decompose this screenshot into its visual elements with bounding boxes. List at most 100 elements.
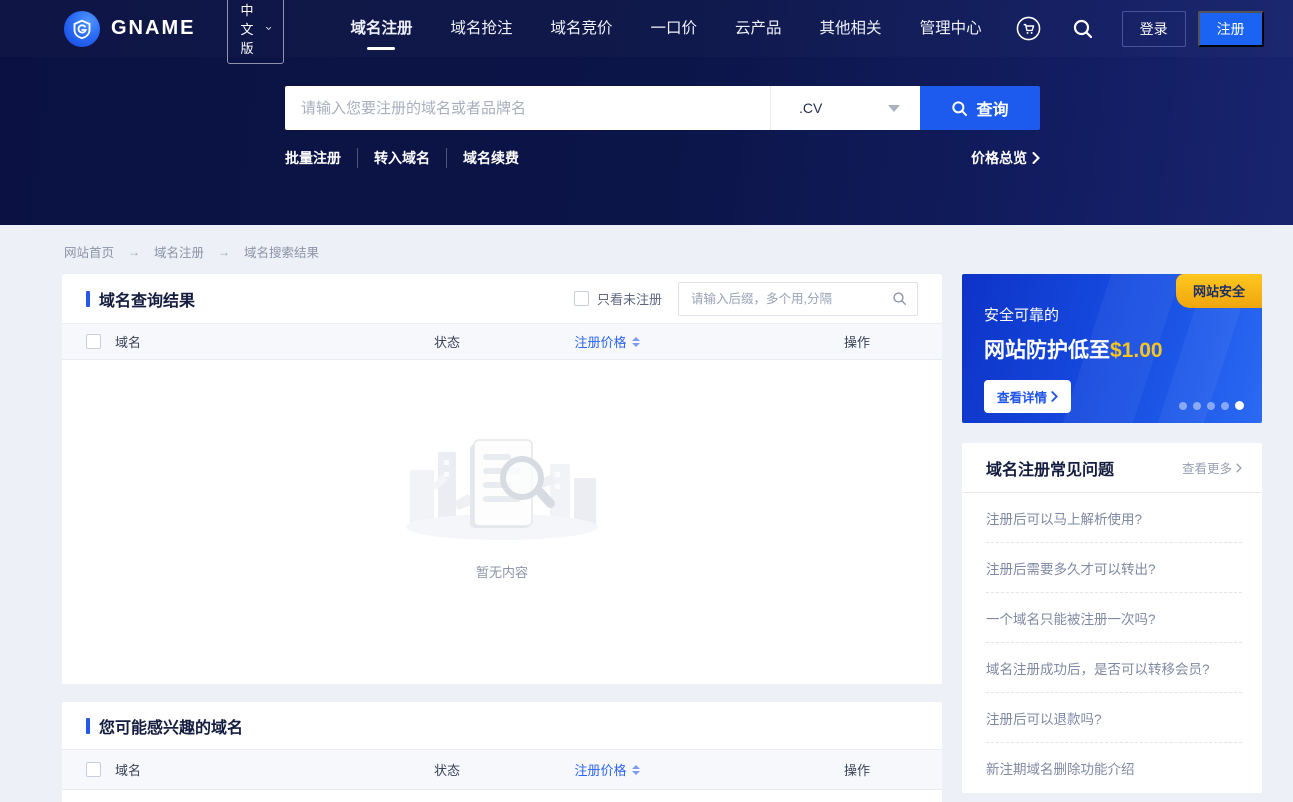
search-icon bbox=[892, 291, 907, 306]
faq-header: 域名注册常见问题 查看更多 bbox=[962, 443, 1262, 493]
interest-panel-header: 您可能感兴趣的域名 bbox=[62, 702, 942, 750]
tld-selected-value: .CV bbox=[799, 100, 822, 116]
nav-item-management-center[interactable]: 管理中心 bbox=[920, 7, 982, 50]
domain-search-input[interactable] bbox=[285, 86, 770, 130]
breadcrumb: 网站首页 → 域名注册 → 域名搜索结果 bbox=[0, 225, 1293, 274]
interest-panel-title: 您可能感兴趣的域名 bbox=[86, 714, 243, 738]
faq-panel: 域名注册常见问题 查看更多 注册后可以马上解析使用? 注册后需要多久才可以转出?… bbox=[962, 443, 1262, 793]
column-domain: 域名 bbox=[115, 760, 141, 779]
domain-query-results-panel: 域名查询结果 只看未注册 域名 状态 注册价格 bbox=[62, 274, 942, 684]
tld-dropdown[interactable]: .CV bbox=[770, 86, 920, 130]
main-nav: 域名注册 域名抢注 域名竞价 一口价 云产品 其他相关 管理中心 bbox=[350, 7, 981, 50]
site-header: GNAME 中文版 域名注册 域名抢注 域名竞价 一口价 云产品 其他相关 管理… bbox=[0, 0, 1293, 225]
nav-item-domain-backorder[interactable]: 域名抢注 bbox=[450, 7, 512, 50]
empty-state-text: 暂无内容 bbox=[476, 562, 528, 581]
nav-item-others[interactable]: 其他相关 bbox=[820, 7, 882, 50]
faq-item[interactable]: 一个域名只能被注册一次吗? bbox=[986, 593, 1242, 643]
search-query-button[interactable]: 查询 bbox=[920, 86, 1040, 130]
topbar-icons bbox=[1016, 16, 1096, 42]
only-unregistered-label: 只看未注册 bbox=[597, 289, 662, 308]
search-icon[interactable] bbox=[1070, 16, 1096, 42]
carousel-dot[interactable] bbox=[1193, 402, 1201, 410]
interested-domains-panel: 您可能感兴趣的域名 域名 状态 注册价格 操作 bbox=[62, 702, 942, 802]
banner-price: $1.00 bbox=[1110, 339, 1163, 362]
select-all-checkbox[interactable] bbox=[86, 334, 101, 349]
breadcrumb-domain-register[interactable]: 域名注册 bbox=[154, 242, 204, 261]
only-unregistered-checkbox[interactable] bbox=[574, 291, 589, 306]
carousel-dot[interactable] bbox=[1179, 402, 1187, 410]
nav-item-buy-now[interactable]: 一口价 bbox=[651, 7, 698, 50]
chevron-down-icon bbox=[888, 105, 900, 112]
faq-item[interactable]: 注册后可以退款吗? bbox=[986, 693, 1242, 743]
breadcrumb-separator: → bbox=[218, 245, 230, 259]
faq-item[interactable]: 新注期域名删除功能介绍 bbox=[986, 743, 1242, 793]
column-action: 操作 bbox=[772, 332, 942, 351]
nav-item-domain-auction[interactable]: 域名竞价 bbox=[551, 7, 613, 50]
banner-title: 网站防护低至$1.00 bbox=[984, 334, 1262, 364]
column-domain: 域名 bbox=[115, 332, 141, 351]
website-security-banner[interactable]: 网站安全 安全可靠的 网站防护低至$1.00 查看详情 bbox=[962, 274, 1262, 423]
domain-search-bar: .CV 查询 bbox=[285, 86, 1040, 130]
sidebar: 网站安全 安全可靠的 网站防护低至$1.00 查看详情 域名注册常见问题 bbox=[962, 274, 1262, 802]
carousel-dots bbox=[1179, 401, 1244, 410]
cart-icon[interactable] bbox=[1016, 16, 1042, 42]
empty-illustration bbox=[392, 422, 612, 544]
register-button[interactable]: 注册 bbox=[1198, 11, 1264, 47]
results-panel-title: 域名查询结果 bbox=[86, 287, 195, 311]
price-overview-link[interactable]: 价格总览 bbox=[971, 148, 1040, 168]
logo-g-icon bbox=[64, 11, 100, 47]
carousel-dot[interactable] bbox=[1207, 402, 1215, 410]
banner-cta-button[interactable]: 查看详情 bbox=[984, 380, 1071, 413]
quick-links-row: 批量注册 转入域名 域名续费 价格总览 bbox=[285, 148, 1040, 168]
quick-link-bulk-register[interactable]: 批量注册 bbox=[285, 148, 357, 168]
faq-item[interactable]: 注册后可以马上解析使用? bbox=[986, 493, 1242, 543]
breadcrumb-separator: → bbox=[128, 245, 140, 259]
quick-link-transfer-in[interactable]: 转入域名 bbox=[357, 148, 446, 168]
carousel-dot[interactable] bbox=[1221, 402, 1229, 410]
faq-list: 注册后可以马上解析使用? 注册后需要多久才可以转出? 一个域名只能被注册一次吗?… bbox=[962, 493, 1262, 793]
gname-logo[interactable]: GNAME bbox=[64, 11, 195, 47]
chevron-down-icon bbox=[266, 25, 271, 32]
language-label: 中文版 bbox=[240, 0, 259, 57]
suffix-filter-input[interactable] bbox=[691, 292, 892, 306]
nav-item-domain-register[interactable]: 域名注册 bbox=[350, 7, 412, 50]
suffix-filter-box bbox=[678, 282, 918, 316]
column-price-sort[interactable]: 注册价格 bbox=[532, 760, 682, 779]
sort-icon bbox=[632, 765, 640, 775]
chevron-right-icon bbox=[1032, 152, 1040, 164]
nav-item-cloud-products[interactable]: 云产品 bbox=[735, 7, 782, 50]
search-button-label: 查询 bbox=[976, 96, 1008, 120]
interest-table-header: 域名 状态 注册价格 操作 bbox=[62, 750, 942, 790]
empty-state: 暂无内容 bbox=[62, 360, 942, 581]
search-icon bbox=[951, 100, 968, 117]
login-button[interactable]: 登录 bbox=[1122, 11, 1186, 47]
sort-icon bbox=[632, 337, 640, 347]
faq-item[interactable]: 注册后需要多久才可以转出? bbox=[986, 543, 1242, 593]
faq-title: 域名注册常见问题 bbox=[986, 456, 1114, 480]
banner-badge: 网站安全 bbox=[1176, 274, 1262, 308]
banner-subtitle: 安全可靠的 bbox=[984, 304, 1262, 325]
quick-link-domain-renewal[interactable]: 域名续费 bbox=[446, 148, 535, 168]
results-column: 域名查询结果 只看未注册 域名 状态 注册价格 bbox=[62, 274, 942, 802]
chevron-right-icon bbox=[1051, 391, 1058, 402]
column-status: 状态 bbox=[362, 760, 532, 779]
faq-view-more-link[interactable]: 查看更多 bbox=[1182, 458, 1242, 477]
column-price-sort[interactable]: 注册价格 bbox=[532, 332, 682, 351]
auth-buttons: 登录 注册 bbox=[1122, 11, 1264, 47]
faq-item[interactable]: 域名注册成功后，是否可以转移会员? bbox=[986, 643, 1242, 693]
select-all-checkbox[interactable] bbox=[86, 762, 101, 777]
results-panel-header: 域名查询结果 只看未注册 bbox=[62, 274, 942, 324]
column-status: 状态 bbox=[362, 332, 532, 351]
column-action: 操作 bbox=[772, 760, 942, 779]
top-navigation-bar: GNAME 中文版 域名注册 域名抢注 域名竞价 一口价 云产品 其他相关 管理… bbox=[0, 0, 1293, 57]
results-filters: 只看未注册 bbox=[574, 282, 918, 316]
breadcrumb-search-results[interactable]: 域名搜索结果 bbox=[244, 242, 319, 261]
price-overview-label: 价格总览 bbox=[971, 148, 1027, 168]
language-selector[interactable]: 中文版 bbox=[227, 0, 284, 64]
results-table-header: 域名 状态 注册价格 操作 bbox=[62, 324, 942, 360]
main-content: 域名查询结果 只看未注册 域名 状态 注册价格 bbox=[0, 274, 1293, 802]
logo-text: GNAME bbox=[111, 17, 195, 40]
carousel-dot-active[interactable] bbox=[1235, 401, 1244, 410]
breadcrumb-home[interactable]: 网站首页 bbox=[64, 242, 114, 261]
chevron-right-icon bbox=[1236, 463, 1242, 473]
